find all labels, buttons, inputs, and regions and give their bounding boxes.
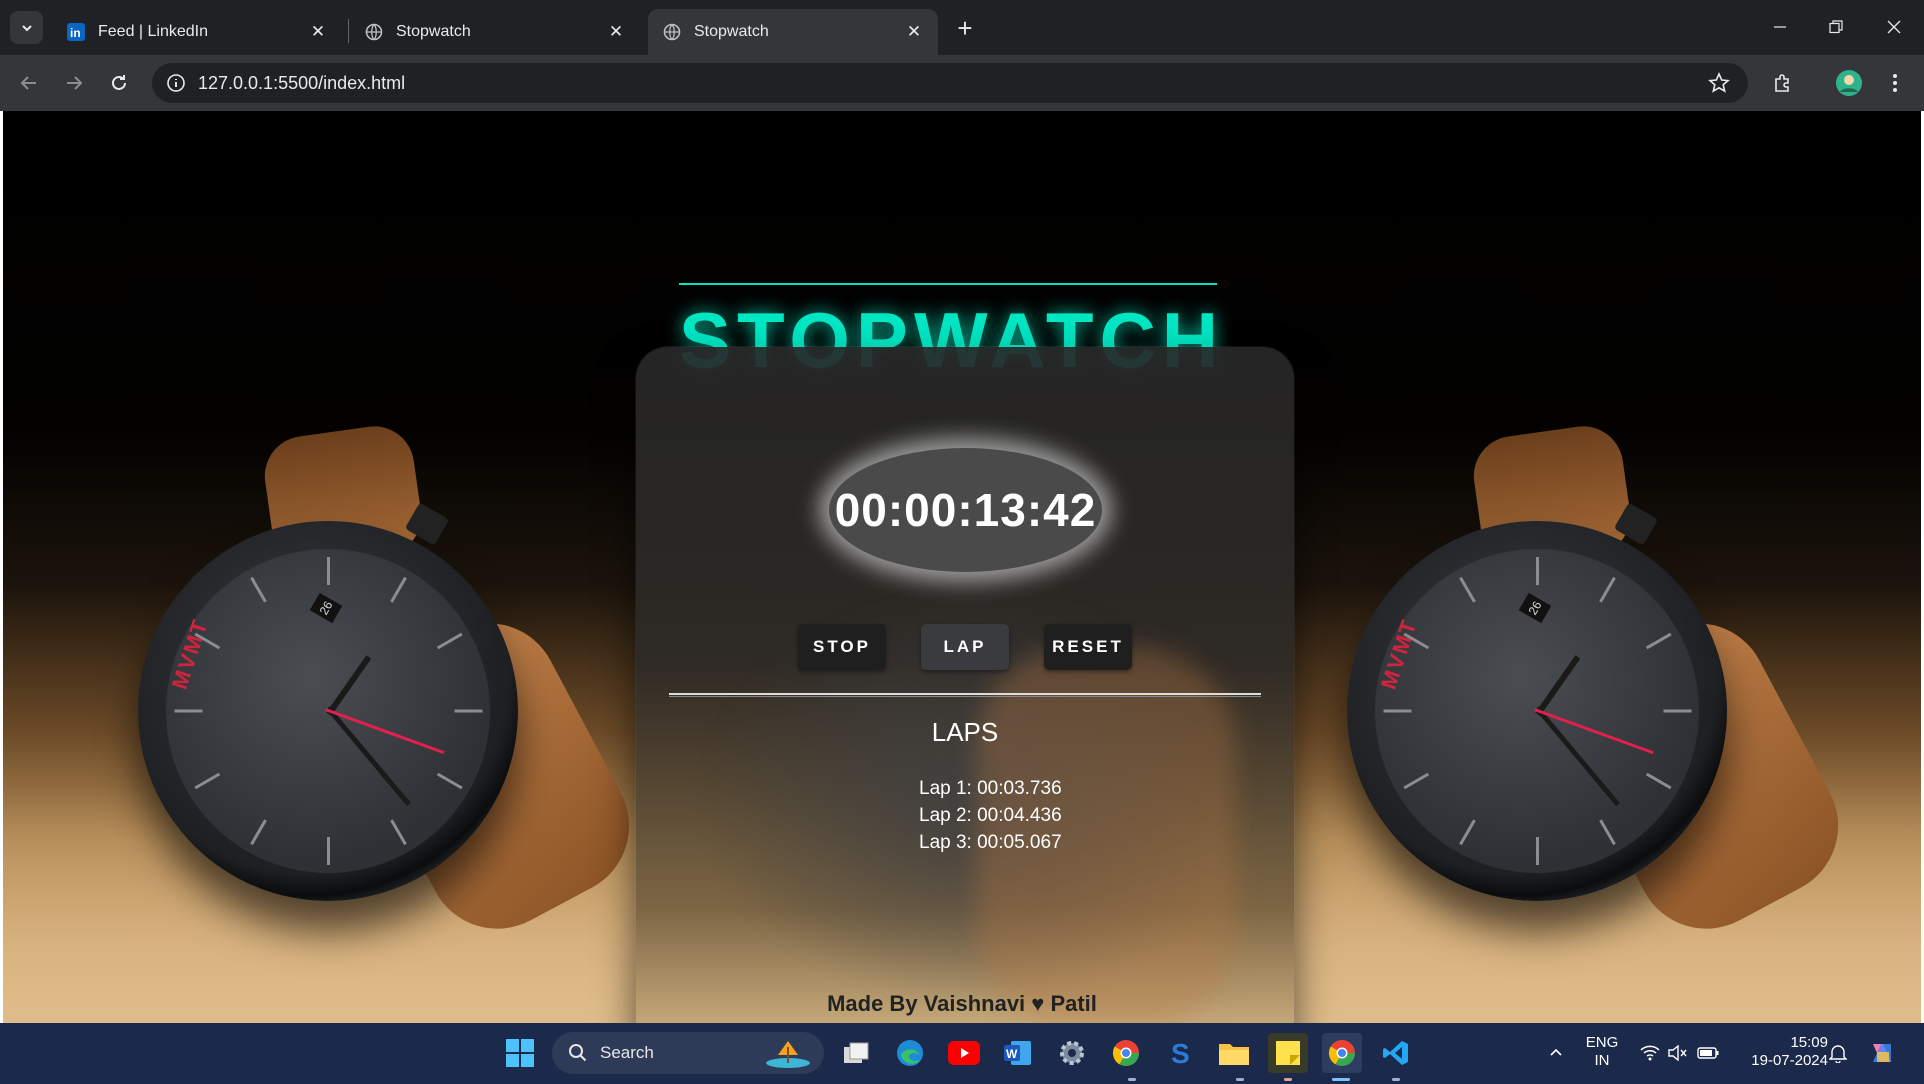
time-value: 00:00:13:42	[834, 484, 1097, 536]
tab-title: Stopwatch	[694, 23, 769, 40]
forward-button[interactable]	[55, 64, 93, 102]
close-tab-icon[interactable]: ✕	[308, 22, 328, 42]
menu-button[interactable]	[1876, 64, 1914, 102]
stopwatch-card: 00:00:13:42 STOP LAP RESET LAPS Lap 1: 0…	[636, 347, 1294, 1023]
svg-text:in: in	[70, 26, 81, 40]
language-indicator[interactable]: ENG IN	[1572, 1034, 1632, 1070]
lap-button[interactable]: LAP	[921, 624, 1009, 670]
tab-stopwatch-1[interactable]: Stopwatch ✕	[350, 9, 640, 55]
language-region: IN	[1594, 1052, 1610, 1069]
edge-icon[interactable]	[890, 1033, 930, 1073]
laps-heading: LAPS	[931, 717, 999, 747]
address-bar[interactable]: 127.0.0.1:5500/index.html	[152, 63, 1748, 103]
page-content: MVMT 26 MVMT 26 STOPWATCH 00:00:13:42 ST…	[3, 111, 1921, 1023]
language-code: ENG	[1585, 1034, 1619, 1051]
url-text: 127.0.0.1:5500/index.html	[198, 72, 406, 93]
svg-text:S: S	[1171, 1038, 1190, 1068]
copilot-icon[interactable]	[1862, 1033, 1902, 1073]
divider	[669, 693, 1261, 697]
arrow-left-icon	[20, 76, 36, 90]
skype-icon[interactable]: S	[1160, 1033, 1200, 1073]
minimize-button[interactable]	[1760, 10, 1800, 44]
close-tab-icon[interactable]: ✕	[904, 22, 924, 42]
chrome-canary-icon[interactable]	[1106, 1033, 1146, 1073]
new-tab-button[interactable]: +	[950, 13, 980, 43]
globe-icon	[662, 22, 682, 42]
tab-title: Feed | LinkedIn	[98, 23, 209, 40]
running-indicator	[1128, 1078, 1136, 1081]
time-display: 00:00:13:42	[829, 448, 1102, 572]
search-label: Search	[600, 1043, 654, 1062]
windows-taskbar: Search W S ENG IN 15:09 19-07-2024	[0, 1023, 1924, 1084]
stop-button[interactable]: STOP	[798, 624, 886, 670]
tab-search-button[interactable]	[10, 11, 43, 44]
tab-separator	[348, 19, 349, 43]
globe-icon	[364, 22, 384, 42]
close-icon	[1887, 20, 1901, 34]
reload-icon	[112, 75, 126, 90]
restore-icon	[1829, 20, 1843, 34]
vscode-icon[interactable]	[1376, 1033, 1416, 1073]
bookmark-star-icon[interactable]	[1708, 72, 1730, 94]
extensions-button[interactable]	[1764, 64, 1802, 102]
clock-time: 15:09	[1790, 1034, 1828, 1051]
browser-tabstrip: in Feed | LinkedIn ✕ Stopwatch ✕ Stopwat…	[0, 0, 1924, 55]
reset-button[interactable]: RESET	[1044, 624, 1132, 670]
notification-bell-icon[interactable]	[1818, 1033, 1858, 1073]
running-indicator	[1332, 1078, 1350, 1081]
running-indicator	[1236, 1078, 1244, 1081]
tab-linkedin[interactable]: in Feed | LinkedIn ✕	[52, 9, 342, 55]
avatar-icon	[1836, 70, 1862, 96]
reload-button[interactable]	[100, 64, 138, 102]
profile-avatar[interactable]	[1830, 64, 1868, 102]
footer-credit: Made By Vaishnavi ♥ Patil	[827, 991, 1097, 1016]
arrow-right-icon	[67, 76, 83, 90]
battery-icon[interactable]	[1688, 1033, 1728, 1073]
clock[interactable]: 15:09 19-07-2024	[1736, 1034, 1828, 1070]
chevron-down-icon	[21, 24, 32, 31]
settings-icon[interactable]	[1052, 1033, 1092, 1073]
restore-button[interactable]	[1816, 10, 1856, 44]
title-underline	[679, 283, 1217, 285]
task-view-icon[interactable]	[836, 1033, 876, 1073]
background-watch-right: MVMT 26	[1297, 421, 1863, 1011]
windows-start-icon[interactable]	[500, 1033, 540, 1073]
search-highlight-icon	[766, 1041, 810, 1068]
more-vert-icon	[1893, 74, 1897, 92]
word-icon[interactable]: W	[998, 1033, 1038, 1073]
search-icon	[569, 1044, 587, 1062]
laps-list: Lap 1: 00:03.736 Lap 2: 00:04.436 Lap 3:…	[919, 775, 1062, 856]
minimize-icon	[1774, 26, 1786, 28]
lap-item: Lap 1: 00:03.736	[919, 778, 1062, 799]
site-info-icon[interactable]	[166, 73, 186, 93]
running-indicator	[1284, 1078, 1292, 1081]
background-watch-left: MVMT 26	[88, 421, 654, 1011]
svg-text:W: W	[1006, 1047, 1018, 1061]
linkedin-icon: in	[66, 22, 86, 42]
tab-title: Stopwatch	[396, 23, 471, 40]
chrome-icon[interactable]	[1322, 1033, 1362, 1073]
tab-stopwatch-active[interactable]: Stopwatch ✕	[648, 9, 938, 55]
close-tab-icon[interactable]: ✕	[606, 22, 626, 42]
puzzle-icon	[1775, 74, 1789, 92]
youtube-icon[interactable]	[944, 1033, 984, 1073]
taskbar-search[interactable]: Search	[552, 1032, 824, 1074]
browser-toolbar: 127.0.0.1:5500/index.html	[0, 55, 1924, 111]
lap-item: Lap 2: 00:04.436	[919, 805, 1062, 826]
sticky-notes-icon[interactable]	[1268, 1033, 1308, 1073]
file-explorer-icon[interactable]	[1214, 1033, 1254, 1073]
lap-item: Lap 3: 00:05.067	[919, 832, 1062, 853]
running-indicator	[1392, 1078, 1400, 1081]
clock-date: 19-07-2024	[1751, 1052, 1828, 1069]
chevron-up-icon[interactable]	[1536, 1033, 1576, 1073]
back-button[interactable]	[10, 64, 48, 102]
close-window-button[interactable]	[1874, 10, 1914, 44]
